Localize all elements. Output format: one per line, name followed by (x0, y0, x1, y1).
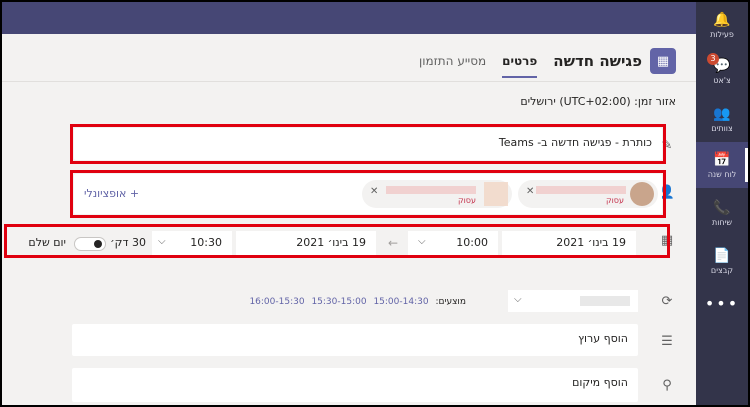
teams-icon: 👥 (713, 105, 731, 122)
title-input[interactable]: כותרת - פגישה חדשה ב- Teams (74, 128, 662, 160)
location-icon: ⚲ (662, 378, 672, 393)
calendar-edit-icon: ▦ (650, 48, 676, 74)
start-time-value: 10:00 (456, 236, 488, 249)
toggle-knob (94, 240, 102, 248)
start-date-value: 19 בינו׳ 2021 (556, 236, 626, 249)
start-date-picker[interactable]: 19 בינו׳ 2021 (502, 231, 636, 255)
rail-item-label: שיחות (711, 217, 733, 227)
end-date-value: 19 בינו׳ 2021 (296, 236, 366, 249)
new-meeting-form: ▦ פגישה חדשה פרטים מסייע התזמון אזור זמן… (2, 34, 696, 405)
rail-item-label: לוח שנה (707, 169, 737, 179)
attendee-name-redacted (536, 186, 626, 194)
arrow-left-icon: ← (387, 236, 398, 250)
location-input[interactable]: הוסף מיקום (72, 368, 638, 402)
avatar (484, 182, 508, 206)
avatar (630, 182, 654, 206)
status-badge: עסוק (457, 196, 476, 205)
attendee-pill[interactable]: עסוק ✕ (362, 180, 512, 208)
title-value: כותרת - פגישה חדשה ב- Teams (498, 136, 652, 149)
more-apps-button[interactable]: ••• (696, 294, 748, 313)
end-time-picker[interactable]: 10:30 ⌵ (152, 231, 232, 255)
calendar-icon: 📅 (713, 151, 731, 168)
start-time-picker[interactable]: 10:00 ⌵ (408, 231, 498, 255)
header-divider (2, 81, 696, 82)
tab-scheduling-assistant[interactable]: מסייע התזמון (419, 44, 486, 78)
suggested-time-option[interactable]: 15:30-15:00 (311, 297, 366, 307)
bell-icon: 🔔 (713, 11, 731, 28)
chevron-down-icon: ⌵ (418, 236, 426, 247)
add-optional-link[interactable]: + אופציונלי (84, 187, 139, 200)
rail-item-label: פעילות (710, 29, 734, 39)
rail-item-files[interactable]: 📄 קבצים (696, 238, 748, 284)
chevron-down-icon: ⌵ (158, 236, 166, 247)
app-rail: 🔔 פעילות 3 💬 צ'אט 👥 צוותים 📅 לוח שנה 📞 ש… (696, 2, 748, 405)
tab-details[interactable]: פרטים (502, 44, 538, 78)
suggested-time-option[interactable]: 16:00-15:30 (249, 297, 304, 307)
title-bar (2, 2, 748, 34)
channel-input[interactable]: הוסף ערוץ (72, 324, 638, 356)
unread-badge: 3 (707, 53, 719, 65)
meeting-header: ▦ פגישה חדשה פרטים מסייע התזמון (403, 44, 676, 78)
close-icon[interactable]: ✕ (370, 186, 378, 197)
end-time-value: 10:30 (190, 236, 222, 249)
suggestions-label: מוצעים: (435, 297, 466, 307)
rail-item-calendar[interactable]: 📅 לוח שנה (696, 142, 748, 188)
rail-item-chat[interactable]: 3 💬 צ'אט (696, 48, 748, 94)
recurrence-dropdown[interactable]: ⌵ (508, 290, 638, 312)
duration-label: 30 דק׳ (110, 236, 146, 249)
datetime-row: 19 בינו׳ 2021 10:00 ⌵ ← 19 בינו׳ 2021 10… (8, 228, 666, 255)
rail-item-label: צוותים (711, 123, 733, 133)
suggested-time-option[interactable]: 15:00-14:30 (373, 297, 428, 307)
rail-item-teams[interactable]: 👥 צוותים (696, 96, 748, 142)
timezone-label[interactable]: אזור זמן: (UTC+02:00) ירושלים (520, 95, 676, 108)
close-icon[interactable]: ✕ (526, 186, 534, 197)
rail-item-label: קבצים (710, 265, 734, 275)
rail-item-calls[interactable]: 📞 שיחות (696, 190, 748, 236)
phone-icon: 📞 (713, 199, 731, 216)
attendee-pill[interactable]: עסוק ✕ (518, 180, 658, 208)
file-icon: 📄 (713, 247, 731, 264)
channel-placeholder: הוסף ערוץ (578, 332, 628, 345)
chevron-down-icon: ⌵ (514, 294, 522, 305)
page-title: פגישה חדשה (553, 52, 642, 70)
channel-icon: ☰ (661, 334, 673, 349)
status-badge: עסוק (605, 196, 624, 205)
attendee-name-redacted (386, 186, 476, 194)
location-placeholder: הוסף מיקום (572, 376, 628, 389)
recurrence-value-redacted (580, 296, 630, 306)
teams-window: 🔔 פעילות 3 💬 צ'אט 👥 צוותים 📅 לוח שנה 📞 ש… (2, 2, 748, 405)
suggested-times: מוצעים: 15:00-14:30 15:30-15:00 16:00-15… (249, 297, 466, 307)
end-date-picker[interactable]: 19 בינו׳ 2021 (236, 231, 376, 255)
all-day-toggle[interactable] (74, 237, 106, 251)
attendees-input[interactable]: עסוק ✕ עסוק ✕ + אופציונלי (74, 174, 662, 214)
rail-item-label: צ'אט (713, 75, 731, 85)
rail-item-activity[interactable]: 🔔 פעילות (696, 2, 748, 48)
repeat-icon: ⟳ (661, 294, 673, 309)
all-day-label: יום שלם (28, 236, 66, 249)
